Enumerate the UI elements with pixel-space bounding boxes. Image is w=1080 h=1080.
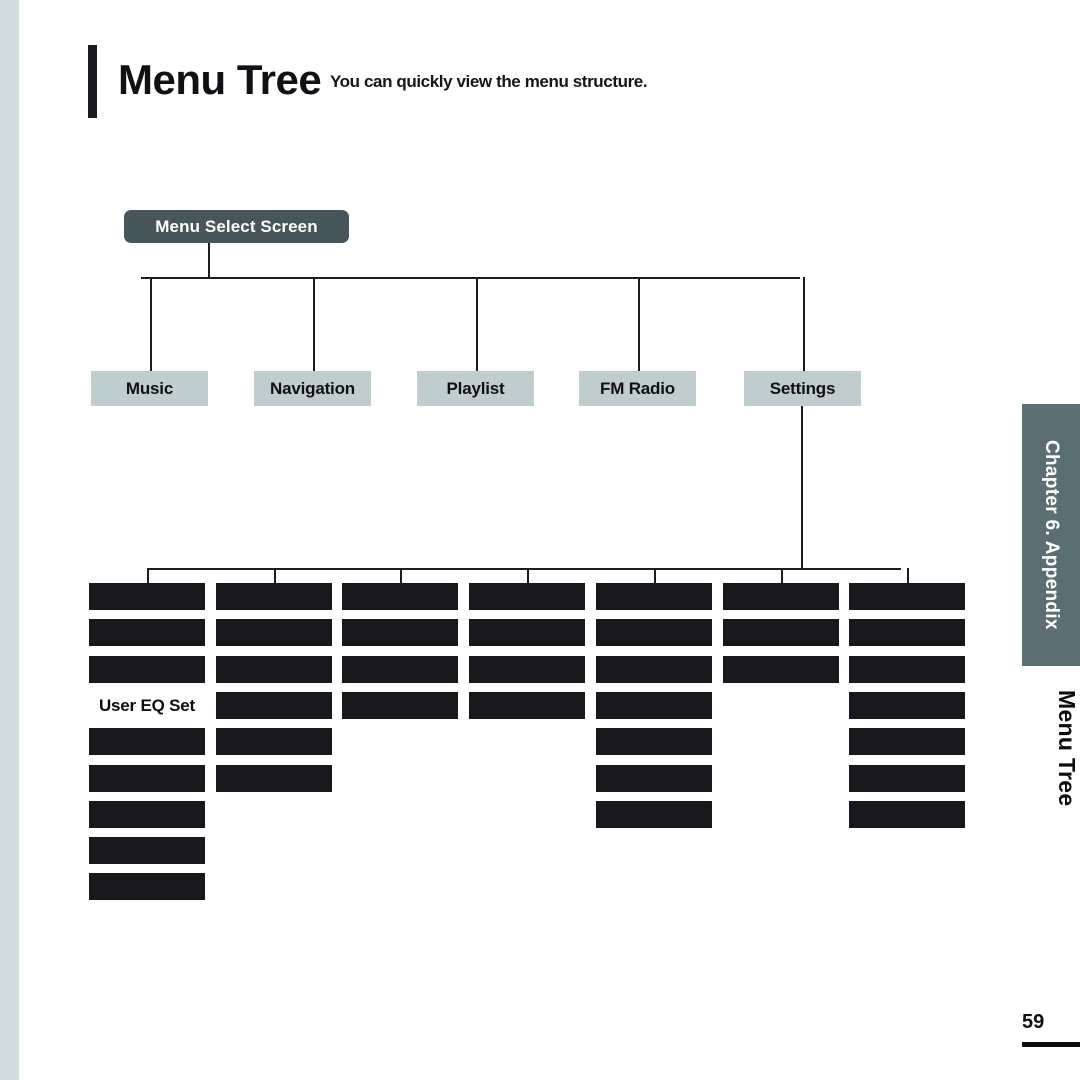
menu-item-redacted-c6r3[interactable] (723, 656, 839, 683)
connector-level3-drop-5 (654, 568, 656, 583)
connector-level2-drop-4 (638, 277, 640, 371)
menu-item-redacted-c7r6[interactable] (849, 765, 965, 792)
connector-level3-drop-3 (400, 568, 402, 583)
menu-item-user-eq-set[interactable]: User EQ Set (89, 692, 205, 719)
menu-item-redacted-c3r2[interactable] (342, 619, 458, 646)
connector-level2-drop-5 (803, 277, 805, 371)
connector-level2-drop-1 (150, 277, 152, 371)
menu-item-redacted-c7r3[interactable] (849, 656, 965, 683)
menu-item-redacted-c2r6[interactable] (216, 765, 332, 792)
menu-item-redacted-c7r5[interactable] (849, 728, 965, 755)
menu-item-redacted-c4r4[interactable] (469, 692, 585, 719)
menu-item-redacted-c1r9[interactable] (89, 873, 205, 900)
menu-item-redacted-c6r2[interactable] (723, 619, 839, 646)
menu-item-redacted-c5r4[interactable] (596, 692, 712, 719)
section-tab-label: Menu Tree (1054, 689, 1080, 807)
menu-item-redacted-c5r6[interactable] (596, 765, 712, 792)
connector-level2-bus (141, 277, 800, 279)
menu-item-redacted-c3r1[interactable] (342, 583, 458, 610)
menu-item-redacted-c5r5[interactable] (596, 728, 712, 755)
menu-node-music[interactable]: Music (91, 371, 208, 406)
connector-level2-drop-3 (476, 277, 478, 371)
menu-item-redacted-c6r1[interactable] (723, 583, 839, 610)
menu-item-redacted-c1r3[interactable] (89, 656, 205, 683)
menu-item-redacted-c5r2[interactable] (596, 619, 712, 646)
connector-level3-bus (147, 568, 901, 570)
connector-root-drop (208, 243, 210, 277)
menu-item-redacted-c4r1[interactable] (469, 583, 585, 610)
connector-level3-drop-4 (527, 568, 529, 583)
footer-rule (1022, 1042, 1080, 1047)
menu-item-redacted-c3r4[interactable] (342, 692, 458, 719)
menu-item-redacted-c1r6[interactable] (89, 765, 205, 792)
menu-item-redacted-c5r1[interactable] (596, 583, 712, 610)
menu-item-redacted-c1r5[interactable] (89, 728, 205, 755)
menu-item-redacted-c2r4[interactable] (216, 692, 332, 719)
page-number: 59 (1022, 1011, 1045, 1033)
chapter-tab-label: Chapter 6. Appendix (1041, 440, 1062, 630)
menu-item-redacted-c4r2[interactable] (469, 619, 585, 646)
menu-item-redacted-c1r7[interactable] (89, 801, 205, 828)
menu-item-redacted-c1r1[interactable] (89, 583, 205, 610)
menu-item-redacted-c7r2[interactable] (849, 619, 965, 646)
menu-tree-diagram: User EQ Set Music Navigation Playlist FM Rad… (0, 0, 1080, 1080)
connector-settings-drop (801, 406, 803, 568)
menu-node-navigation[interactable]: Navigation (254, 371, 371, 406)
menu-node-settings[interactable]: Settings (744, 371, 861, 406)
menu-item-redacted-c1r2[interactable] (89, 619, 205, 646)
menu-node-root[interactable]: Menu Select Screen (124, 210, 349, 243)
menu-item-redacted-c2r3[interactable] (216, 656, 332, 683)
menu-item-redacted-c7r7[interactable] (849, 801, 965, 828)
connector-level3-drop-2 (274, 568, 276, 583)
menu-item-redacted-c2r2[interactable] (216, 619, 332, 646)
menu-item-redacted-c7r4[interactable] (849, 692, 965, 719)
menu-item-redacted-c3r3[interactable] (342, 656, 458, 683)
connector-level3-drop-6 (781, 568, 783, 583)
menu-node-fm-radio[interactable]: FM Radio (579, 371, 696, 406)
connector-level3-drop-7 (907, 568, 909, 583)
menu-item-redacted-c1r8[interactable] (89, 837, 205, 864)
menu-item-redacted-c5r3[interactable] (596, 656, 712, 683)
menu-node-playlist[interactable]: Playlist (417, 371, 534, 406)
connector-level2-drop-2 (313, 277, 315, 371)
connector-level3-drop-1 (147, 568, 149, 583)
menu-item-redacted-c4r3[interactable] (469, 656, 585, 683)
menu-item-redacted-c5r7[interactable] (596, 801, 712, 828)
menu-item-redacted-c2r1[interactable] (216, 583, 332, 610)
manual-page: Menu Tree You can quickly view the menu … (0, 0, 1080, 1080)
menu-item-redacted-c2r5[interactable] (216, 728, 332, 755)
menu-item-redacted-c7r1[interactable] (849, 583, 965, 610)
